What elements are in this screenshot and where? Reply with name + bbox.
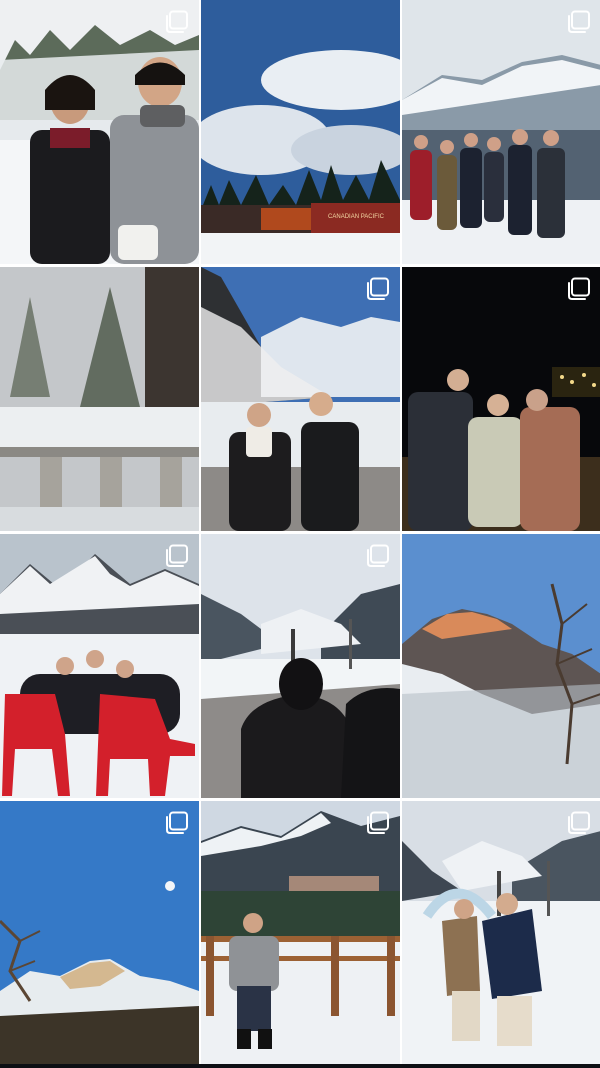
- grid-post-5[interactable]: [201, 267, 400, 531]
- grid-post-7[interactable]: [0, 534, 199, 798]
- grid-post-3[interactable]: [402, 0, 600, 264]
- photo-grid: CANADIAN PACIFIC: [0, 0, 600, 1068]
- multiple-photos-icon: [166, 10, 188, 33]
- grid-post-6[interactable]: [402, 267, 600, 531]
- grid-post-12[interactable]: [402, 801, 600, 1065]
- post-thumbnail: CANADIAN PACIFIC: [201, 0, 400, 264]
- post-thumbnail: [0, 534, 199, 798]
- grid-post-2[interactable]: CANADIAN PACIFIC: [201, 0, 400, 264]
- multiple-photos-icon: [568, 10, 590, 33]
- multiple-photos-icon: [166, 811, 188, 834]
- post-thumbnail: [402, 534, 600, 798]
- next-row-peek: [0, 1064, 600, 1068]
- post-thumbnail: [201, 801, 400, 1065]
- post-thumbnail: [402, 267, 600, 531]
- multiple-photos-icon: [367, 544, 389, 567]
- grid-post-11[interactable]: [201, 801, 400, 1065]
- post-thumbnail: [0, 267, 199, 531]
- multiple-photos-icon: [568, 277, 590, 300]
- post-thumbnail: [0, 801, 199, 1065]
- post-thumbnail: [0, 0, 199, 264]
- train-sign-text: CANADIAN PACIFIC: [328, 214, 385, 220]
- grid-post-9[interactable]: [402, 534, 600, 798]
- post-thumbnail: [402, 0, 600, 264]
- grid-post-1[interactable]: [0, 0, 199, 264]
- grid-post-10[interactable]: [0, 801, 199, 1065]
- grid-post-4[interactable]: [0, 267, 199, 531]
- grid-post-8[interactable]: [201, 534, 400, 798]
- multiple-photos-icon: [367, 277, 389, 300]
- post-thumbnail: [201, 267, 400, 531]
- post-thumbnail: [201, 534, 400, 798]
- multiple-photos-icon: [367, 811, 389, 834]
- multiple-photos-icon: [568, 811, 590, 834]
- multiple-photos-icon: [166, 544, 188, 567]
- post-thumbnail: [402, 801, 600, 1065]
